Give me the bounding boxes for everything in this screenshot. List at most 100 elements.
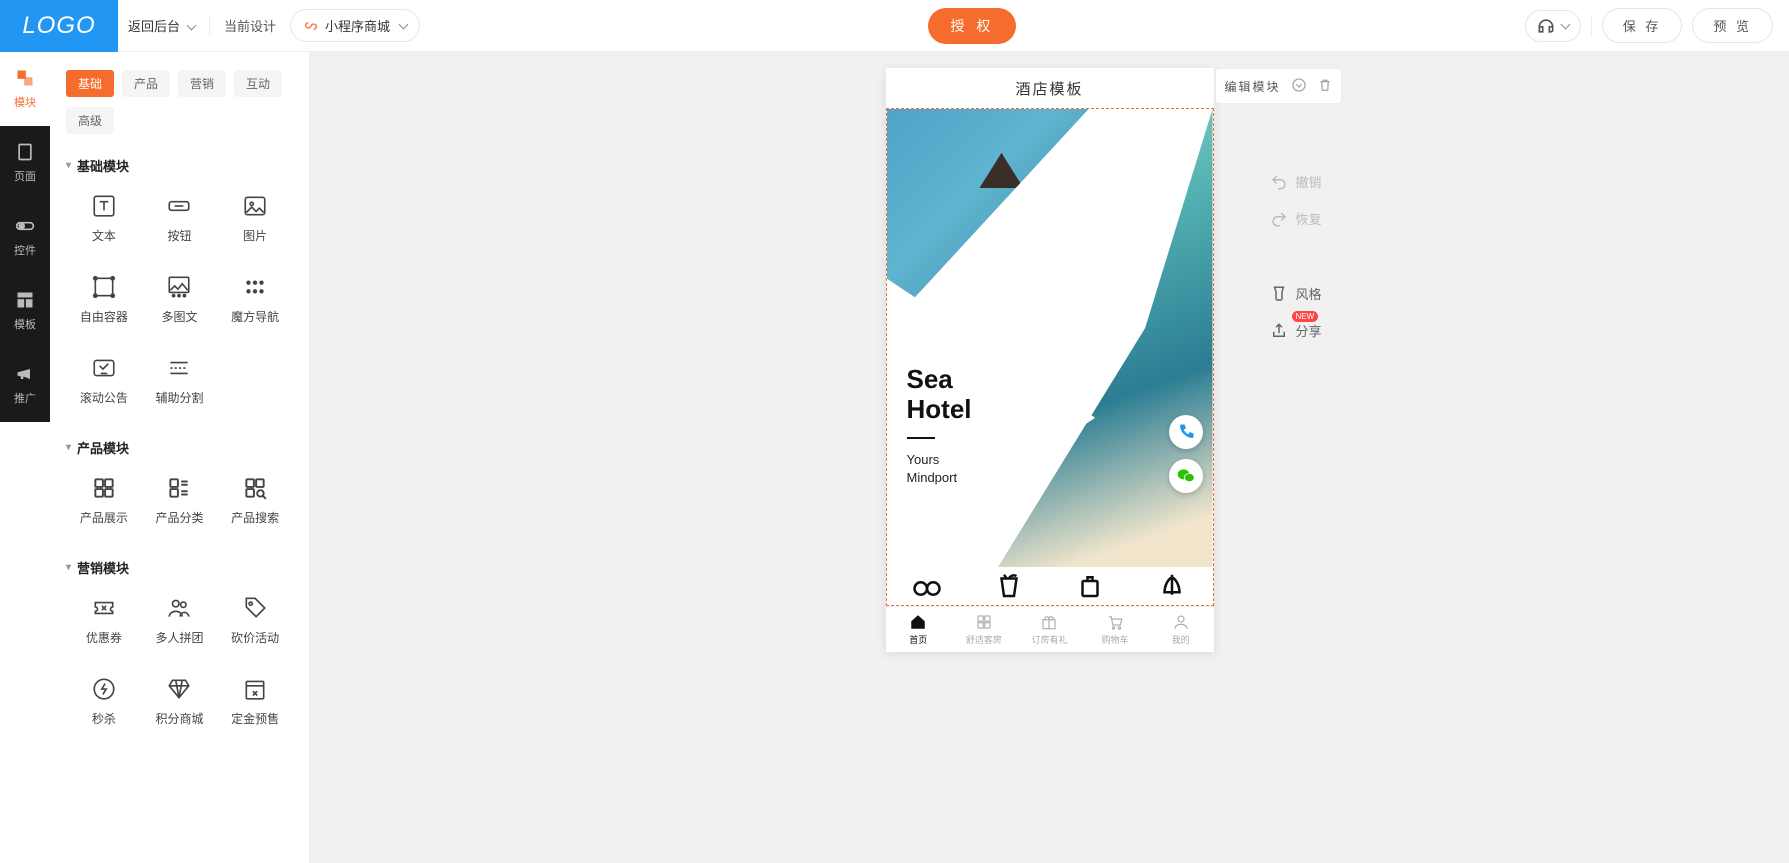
hero-module[interactable]: Sea Hotel Yours Mindport [887,109,1213,606]
comp-groupbuy[interactable]: 多人拼团 [142,585,218,656]
left-rail: 模块 页面 控件 模板 推广 [0,52,50,863]
comp-image[interactable]: 图片 [217,183,293,254]
gallery-icon [166,274,192,300]
style-button[interactable]: 风格 [1270,284,1322,303]
tab-marketing[interactable]: 营销 [178,70,226,97]
divider-icon [166,355,192,381]
goggles-icon [912,571,942,601]
image-icon [242,193,268,219]
right-actions: 撤销 恢复 风格 分享 NEW [1270,172,1322,340]
tab-advanced[interactable]: 高级 [66,107,114,134]
rail-promote[interactable]: 推广 [0,348,50,422]
tab-basic[interactable]: 基础 [66,70,114,97]
modules-icon [15,68,35,88]
page-icon [15,142,35,162]
comp-flash[interactable]: 秒杀 [66,666,142,737]
undo-icon [1270,173,1288,191]
hero-image-top [887,109,1089,328]
rail-controls[interactable]: 控件 [0,200,50,274]
hero-title-1: Sea [907,365,972,395]
divider [209,16,210,36]
topbar-left: 返回后台 当前设计 小程序商城 [118,9,420,42]
comp-magicnav[interactable]: 魔方导航 [217,264,293,335]
share-icon [1270,322,1288,340]
rail-pages[interactable]: 页面 [0,126,50,200]
phone-tabbar: 首页 舒适客房 订房有礼 购物车 我的 [886,606,1214,652]
move-down-icon[interactable] [1291,77,1307,96]
hero-sub-1: Yours [907,451,972,469]
comp-product-display[interactable]: 产品展示 [66,465,142,536]
search-grid-icon [242,475,268,501]
comp-points[interactable]: 积分商城 [142,666,218,737]
delete-icon[interactable] [1317,77,1333,96]
style-icon [1270,285,1288,303]
comp-text[interactable]: 文本 [66,183,142,254]
button-icon [166,193,192,219]
comp-divider[interactable]: 辅助分割 [142,345,218,416]
canvas[interactable]: 酒店模板 编辑模块 Sea Hotel Yours [310,52,1789,863]
comp-product-search[interactable]: 产品搜索 [217,465,293,536]
tabbar-cart[interactable]: 购物车 [1082,607,1148,652]
grid-icon [242,274,268,300]
phone-title-bar: 酒店模板 编辑模块 [886,68,1214,108]
auth-button[interactable]: 授 权 [928,8,1016,44]
selection-toolbar: 编辑模块 [1215,68,1341,104]
design-name: 小程序商城 [325,16,390,35]
rooms-icon [975,613,993,631]
tag-icon [242,595,268,621]
cart-icon [1106,613,1124,631]
redo-button[interactable]: 恢复 [1270,209,1322,228]
preview-button[interactable]: 预 览 [1692,8,1773,43]
redo-icon [1270,210,1288,228]
topbar-center: 授 权 [420,8,1525,44]
share-button[interactable]: 分享 NEW [1270,321,1322,340]
list-icon [166,475,192,501]
wechat-icon [1176,466,1196,486]
design-selector[interactable]: 小程序商城 [290,9,420,42]
tabbar-gift[interactable]: 订房有礼 [1017,607,1083,652]
section-product[interactable]: ▾产品模块 [66,438,293,457]
text-icon [91,193,117,219]
tabbar-rooms[interactable]: 舒适客房 [951,607,1017,652]
float-wechat-button[interactable] [1169,459,1203,493]
phone-body[interactable]: Sea Hotel Yours Mindport [886,108,1214,606]
save-button[interactable]: 保 存 [1602,8,1683,43]
hero-nav-icons [887,567,1213,606]
coupon-icon [91,595,117,621]
panel-tabs: 基础 产品 营销 互动 [66,70,293,97]
section-basic[interactable]: ▾基础模块 [66,156,293,175]
rail-templates[interactable]: 模板 [0,274,50,348]
comp-coupon[interactable]: 优惠券 [66,585,142,656]
float-phone-button[interactable] [1169,415,1203,449]
comp-marquee[interactable]: 滚动公告 [66,345,142,416]
current-design-label: 当前设计 [224,16,276,35]
tab-product[interactable]: 产品 [122,70,170,97]
phone-preview: 酒店模板 编辑模块 Sea Hotel Yours [886,68,1214,652]
comp-product-category[interactable]: 产品分类 [142,465,218,536]
section-marketing[interactable]: ▾营销模块 [66,558,293,577]
comp-container[interactable]: 自由容器 [66,264,142,335]
template-icon [15,290,35,310]
back-button[interactable]: 返回后台 [128,16,195,35]
support-button[interactable] [1525,10,1581,42]
tab-interactive[interactable]: 互动 [234,70,282,97]
hero-divider [907,437,935,439]
gift-icon [1040,613,1058,631]
comp-presale[interactable]: 定金预售 [217,666,293,737]
edit-module-button[interactable]: 编辑模块 [1224,78,1280,95]
comp-bargain[interactable]: 砍价活动 [217,585,293,656]
user-icon [1172,613,1190,631]
tabbar-home[interactable]: 首页 [886,607,952,652]
tabbar-mine[interactable]: 我的 [1148,607,1214,652]
container-icon [91,274,117,300]
chevron-down-icon [396,18,407,33]
home-icon [909,613,927,631]
luggage-icon [1075,571,1105,601]
comp-button[interactable]: 按钮 [142,183,218,254]
diamond-icon [166,676,192,702]
undo-button[interactable]: 撤销 [1270,172,1322,191]
hero-text: Sea Hotel Yours Mindport [907,365,972,487]
rail-modules[interactable]: 模块 [0,52,50,126]
drink-icon [994,571,1024,601]
comp-multiimage[interactable]: 多图文 [142,264,218,335]
